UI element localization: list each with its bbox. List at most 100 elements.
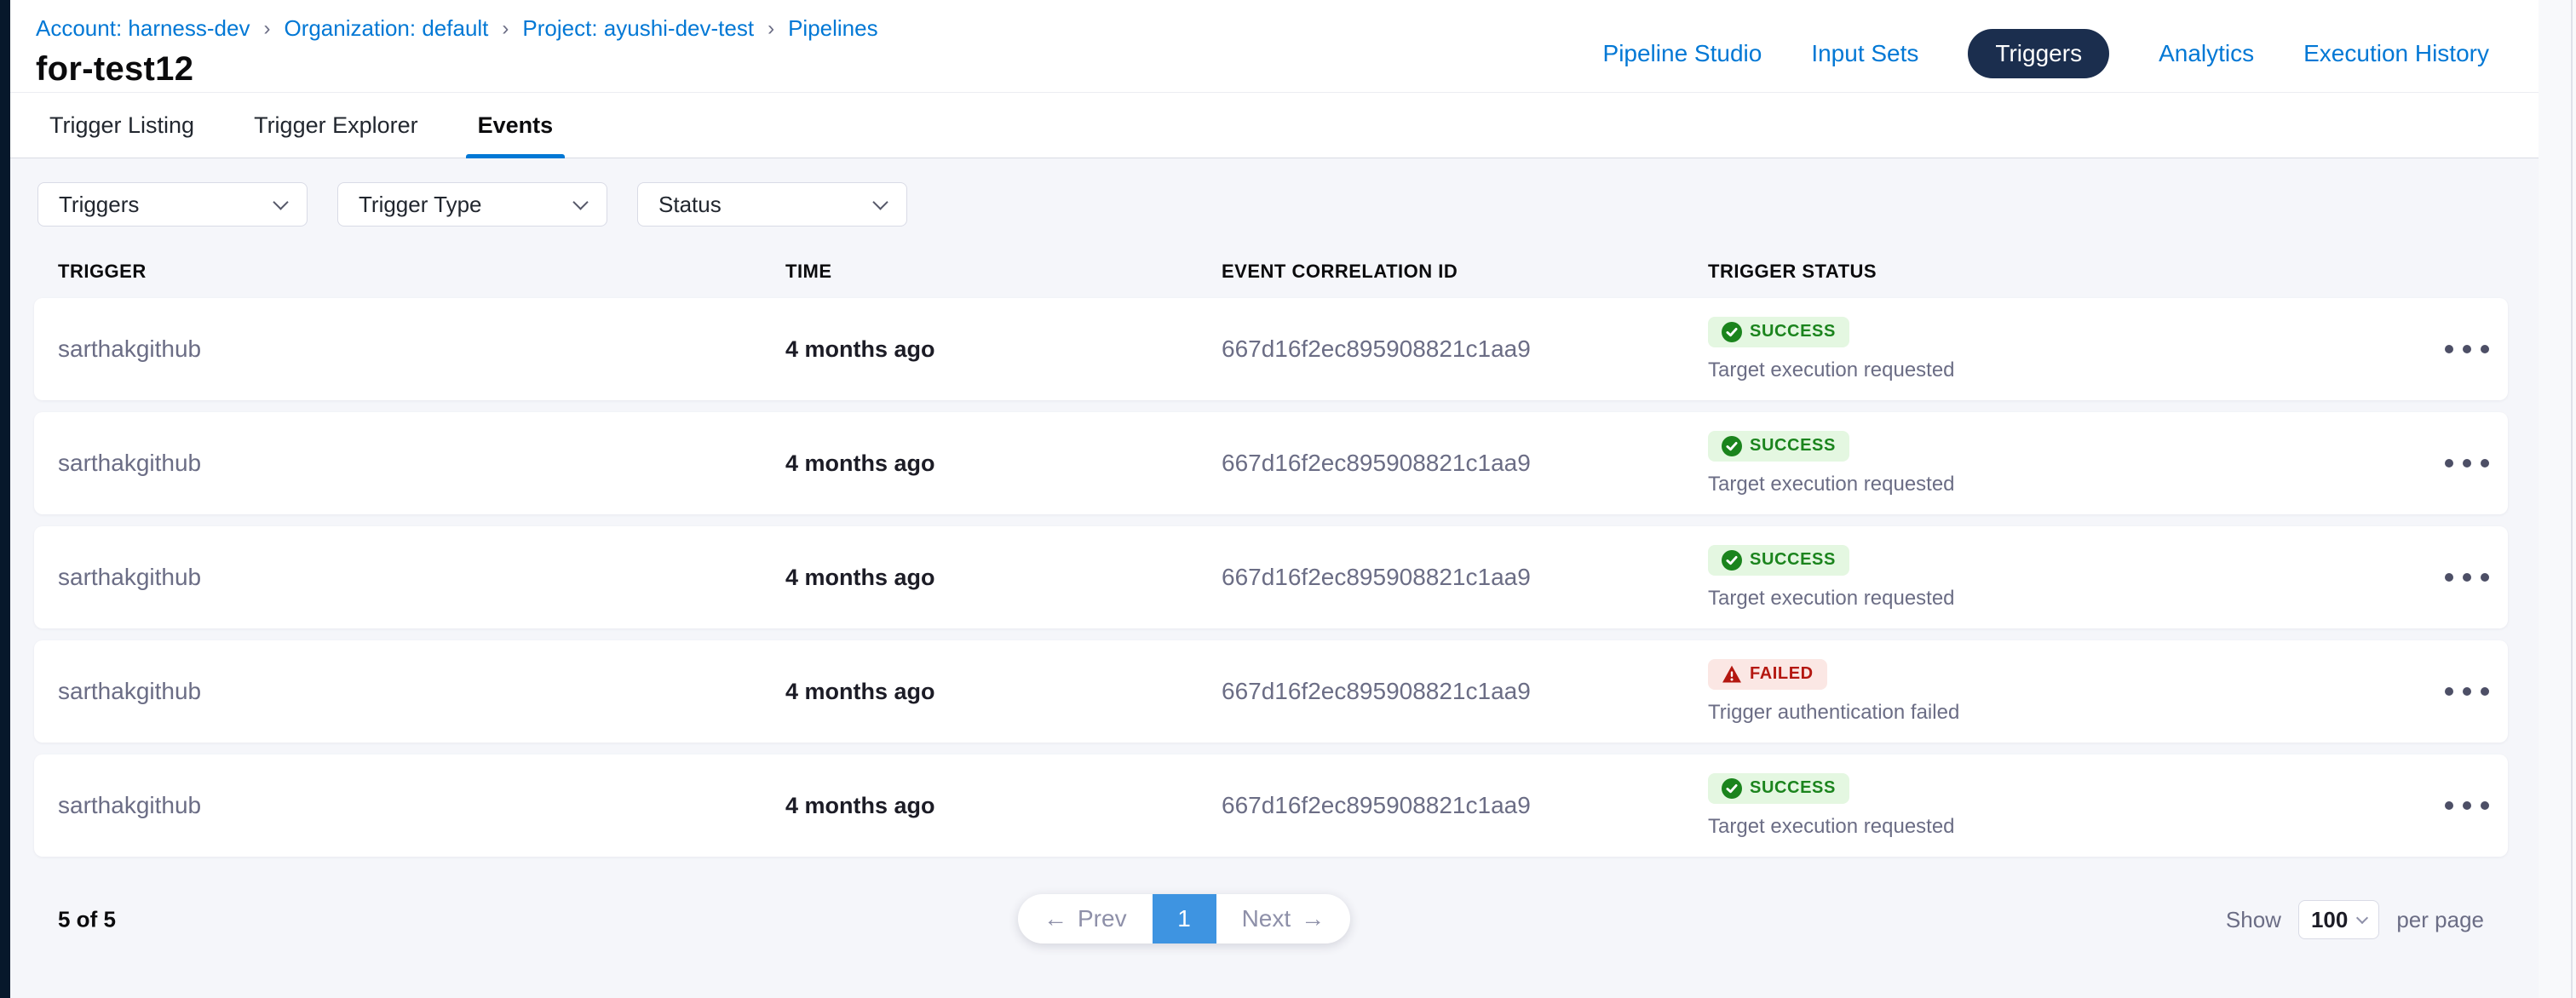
nav-input-sets[interactable]: Input Sets — [1811, 40, 1918, 67]
chevron-down-icon — [273, 194, 288, 209]
trigger-type-filter-label: Trigger Type — [359, 192, 482, 218]
status-message: Trigger authentication failed — [1708, 701, 2445, 725]
event-time: 4 months ago — [785, 679, 1222, 705]
column-header-trigger-status: TRIGGER STATUS — [1708, 261, 2445, 283]
status-badge: SUCCESS — [1708, 431, 1849, 462]
breadcrumb-pipelines[interactable]: Pipelines — [788, 15, 878, 42]
event-correlation-id: 667d16f2ec895908821c1aa9 — [1222, 564, 1708, 591]
event-row: sarthakgithub 4 months ago 667d16f2ec895… — [34, 526, 2508, 628]
trigger-status-cell: SUCCESS Target execution requested — [1708, 317, 2445, 382]
tab-events[interactable]: Events — [478, 93, 554, 158]
trigger-status-cell: SUCCESS Target execution requested — [1708, 545, 2445, 611]
pagination: ← Prev 1 Next → — [1018, 894, 1350, 944]
trigger-name: sarthakgithub — [58, 792, 785, 819]
row-options-menu-icon[interactable] — [2445, 556, 2508, 599]
failed-warning-icon — [1722, 664, 1742, 685]
pagination-prev-button[interactable]: ← Prev — [1018, 894, 1153, 944]
nav-execution-history[interactable]: Execution History — [2303, 40, 2489, 67]
arrow-right-icon: → — [1301, 905, 1325, 932]
status-badge: SUCCESS — [1708, 317, 1849, 347]
event-time: 4 months ago — [785, 565, 1222, 591]
nav-pipeline-studio[interactable]: Pipeline Studio — [1603, 40, 1762, 67]
tab-trigger-explorer[interactable]: Trigger Explorer — [254, 93, 418, 158]
success-check-icon — [1722, 550, 1742, 571]
table-footer: 5 of 5 ← Prev 1 Next → Show 100 — [34, 894, 2508, 945]
success-check-icon — [1722, 436, 1742, 456]
chevron-down-icon — [2356, 912, 2368, 924]
row-options-menu-icon[interactable] — [2445, 784, 2508, 827]
event-correlation-id: 667d16f2ec895908821c1aa9 — [1222, 336, 1708, 363]
status-badge-label: FAILED — [1750, 664, 1814, 684]
trigger-type-filter-select[interactable]: Trigger Type — [337, 182, 607, 227]
column-header-event-correlation-id: EVENT CORRELATION ID — [1222, 261, 1708, 283]
event-time: 4 months ago — [785, 336, 1222, 363]
status-message: Target execution requested — [1708, 473, 2445, 496]
event-rows: sarthakgithub 4 months ago 667d16f2ec895… — [34, 298, 2508, 857]
status-message: Target execution requested — [1708, 358, 2445, 382]
page-size-show-label: Show — [2226, 907, 2281, 933]
pagination-next-label: Next — [1242, 905, 1291, 932]
status-badge: SUCCESS — [1708, 545, 1849, 576]
column-header-time: TIME — [785, 261, 1222, 283]
tab-trigger-listing[interactable]: Trigger Listing — [49, 93, 194, 158]
pagination-page-1-button[interactable]: 1 — [1153, 894, 1216, 944]
chevron-down-icon — [572, 194, 588, 209]
table-header-row: TRIGGER TIME EVENT CORRELATION ID TRIGGE… — [34, 261, 2508, 283]
trigger-status-cell: SUCCESS Target execution requested — [1708, 431, 2445, 496]
column-header-trigger: TRIGGER — [58, 261, 785, 283]
pipeline-top-nav: Pipeline Studio Input Sets Triggers Anal… — [1603, 29, 2489, 78]
breadcrumb-separator-icon: › — [263, 17, 270, 41]
status-badge: FAILED — [1708, 659, 1827, 690]
status-badge: SUCCESS — [1708, 773, 1849, 804]
right-gutter-line — [2571, 0, 2573, 998]
success-check-icon — [1722, 322, 1742, 342]
event-correlation-id: 667d16f2ec895908821c1aa9 — [1222, 450, 1708, 477]
main-area: Account: harness-dev › Organization: def… — [10, 0, 2539, 998]
breadcrumb-project[interactable]: Project: ayushi-dev-test — [522, 15, 754, 42]
breadcrumb-separator-icon: › — [768, 17, 774, 41]
status-badge-label: SUCCESS — [1750, 436, 1836, 456]
trigger-name: sarthakgithub — [58, 564, 785, 591]
row-options-menu-icon[interactable] — [2445, 328, 2508, 370]
page-size-value: 100 — [2311, 907, 2348, 933]
page-header: Account: harness-dev › Organization: def… — [10, 0, 2539, 92]
trigger-name: sarthakgithub — [58, 336, 785, 363]
nav-triggers-active[interactable]: Triggers — [1968, 29, 2109, 78]
trigger-name: sarthakgithub — [58, 450, 785, 477]
nav-analytics[interactable]: Analytics — [2159, 40, 2254, 67]
events-content: Triggers Trigger Type Status TRIGGER TIM… — [10, 158, 2539, 998]
breadcrumb-account[interactable]: Account: harness-dev — [36, 15, 250, 42]
event-row: sarthakgithub 4 months ago 667d16f2ec895… — [34, 640, 2508, 743]
app-root: Account: harness-dev › Organization: def… — [0, 0, 2576, 998]
chevron-down-icon — [872, 194, 888, 209]
pagination-next-button[interactable]: Next → — [1216, 894, 1351, 944]
trigger-name: sarthakgithub — [58, 678, 785, 705]
tab-events-label: Events — [478, 112, 554, 139]
sidebar-edge[interactable] — [0, 0, 10, 998]
page-size-suffix-label: per page — [2396, 907, 2484, 933]
page-size-select[interactable]: 100 — [2298, 900, 2379, 939]
row-options-menu-icon[interactable] — [2445, 442, 2508, 485]
right-gutter — [2539, 0, 2576, 998]
triggers-filter-select[interactable]: Triggers — [37, 182, 308, 227]
filters-row: Triggers Trigger Type Status — [37, 182, 2508, 227]
row-count-text: 5 of 5 — [58, 907, 116, 933]
breadcrumb-separator-icon: › — [502, 17, 509, 41]
event-row: sarthakgithub 4 months ago 667d16f2ec895… — [34, 754, 2508, 857]
arrow-left-icon: ← — [1044, 905, 1067, 932]
event-row: sarthakgithub 4 months ago 667d16f2ec895… — [34, 298, 2508, 400]
status-badge-label: SUCCESS — [1750, 778, 1836, 798]
trigger-status-cell: FAILED Trigger authentication failed — [1708, 659, 2445, 725]
breadcrumb-organization[interactable]: Organization: default — [284, 15, 488, 42]
status-message: Target execution requested — [1708, 587, 2445, 611]
status-badge-label: SUCCESS — [1750, 550, 1836, 570]
event-time: 4 months ago — [785, 450, 1222, 477]
status-message: Target execution requested — [1708, 815, 2445, 839]
status-filter-select[interactable]: Status — [637, 182, 907, 227]
event-time: 4 months ago — [785, 793, 1222, 819]
page-size-control: Show 100 per page — [2226, 900, 2484, 939]
event-correlation-id: 667d16f2ec895908821c1aa9 — [1222, 678, 1708, 705]
pagination-prev-label: Prev — [1078, 905, 1127, 932]
triggers-filter-label: Triggers — [59, 192, 139, 218]
row-options-menu-icon[interactable] — [2445, 670, 2508, 713]
